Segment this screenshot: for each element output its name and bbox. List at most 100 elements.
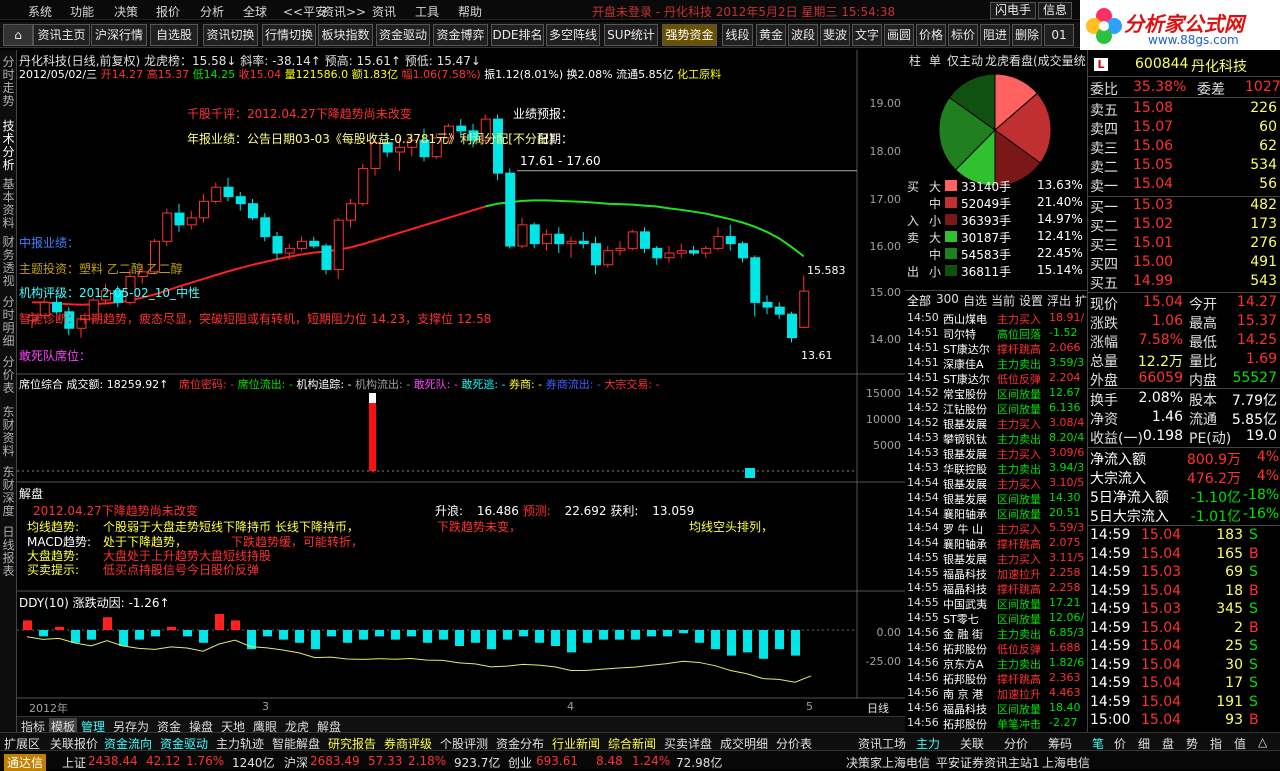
left-tab-5[interactable]: 分价表 bbox=[1, 356, 16, 395]
left-tab-8[interactable]: 日线报表 bbox=[1, 526, 16, 578]
menu-item-decision[interactable]: 决策 bbox=[114, 3, 138, 20]
alert-stock[interactable]: 襄阳轴承 bbox=[943, 536, 987, 552]
bid-price[interactable]: 15.00 bbox=[1133, 254, 1173, 270]
toolbar-btn-11[interactable]: 强势资金 bbox=[662, 24, 717, 46]
ask-price[interactable]: 15.06 bbox=[1133, 138, 1173, 154]
rp-tab-1[interactable]: 单 bbox=[929, 52, 941, 69]
alert-stock[interactable]: 福晶科技 bbox=[943, 581, 987, 597]
menu-item-function[interactable]: 功能 bbox=[70, 3, 94, 20]
list-tab-0[interactable]: 全部 bbox=[907, 292, 931, 309]
rp-tab-2[interactable]: 仅主动 bbox=[947, 52, 983, 69]
ask-price[interactable]: 15.04 bbox=[1133, 176, 1173, 192]
alert-stock[interactable]: 福晶科技 bbox=[943, 566, 987, 582]
toolbar-btn-22[interactable]: 01 bbox=[1044, 24, 1074, 46]
alert-stock[interactable]: 金 融 街 bbox=[943, 626, 983, 642]
list-tab-2[interactable]: 自选 bbox=[963, 292, 987, 309]
menu-item-tools[interactable]: 工具 bbox=[415, 3, 439, 20]
toolbar-btn-16[interactable]: 文字 bbox=[852, 24, 882, 46]
alert-stock[interactable]: 福晶科技 bbox=[943, 701, 987, 717]
menu-item-zixun-nav[interactable]: 资讯>> bbox=[322, 3, 366, 20]
alert-stock[interactable]: 攀钢钒钛 bbox=[943, 431, 987, 447]
alert-stock[interactable]: 京东方A bbox=[943, 656, 984, 672]
menu-item-analysis[interactable]: 分析 bbox=[200, 3, 224, 20]
alert-stock[interactable]: 拓邦股份 bbox=[943, 641, 987, 657]
alert-stock[interactable]: 南 京 港 bbox=[943, 686, 983, 702]
toolbar-btn-2[interactable]: 自选股 bbox=[150, 24, 198, 46]
rp-tab-3[interactable]: 龙虎看盘(成交量统 bbox=[985, 52, 1085, 69]
menu-item-help[interactable]: 帮助 bbox=[458, 3, 482, 20]
alert-stock[interactable]: 江钻股份 bbox=[943, 401, 987, 417]
alert-stock[interactable]: 银基发展 bbox=[943, 491, 987, 507]
alert-stock[interactable]: 西山煤电 bbox=[943, 311, 987, 327]
alert-stock[interactable]: 深康佳A bbox=[943, 356, 984, 372]
bid-price[interactable]: 14.99 bbox=[1133, 273, 1173, 289]
toolbar-btn-12[interactable]: 线段 bbox=[722, 24, 753, 46]
toolbar-btn-0[interactable]: 资讯主页 bbox=[33, 24, 90, 46]
alert-stock[interactable]: 襄阳轴承 bbox=[943, 506, 987, 522]
toolbar-btn-9[interactable]: 多空阵线 bbox=[546, 24, 600, 46]
alert-stock[interactable]: ST康达尔 bbox=[943, 341, 990, 357]
cy-label[interactable]: 创业 bbox=[508, 754, 532, 771]
toolbar-home-icon[interactable]: ⌂ bbox=[3, 24, 33, 46]
toolbar-btn-15[interactable]: 斐波 bbox=[820, 24, 850, 46]
server-link[interactable]: 平安证券资讯主站1 bbox=[936, 754, 1040, 771]
alert-stock[interactable]: 拓邦股份 bbox=[943, 671, 987, 687]
alert-stock[interactable]: 银基发展 bbox=[943, 476, 987, 492]
chart-area[interactable]: 丹化科技(日线,前复权) 龙虎榜：15.58↓ 斜率: -38.14↑ 预高: … bbox=[17, 50, 905, 716]
left-tab-6[interactable]: 东财资料 bbox=[1, 406, 16, 458]
alert-stock[interactable]: 罗 牛 山 bbox=[943, 521, 983, 537]
list-tab-4[interactable]: 设置 bbox=[1019, 292, 1043, 309]
info-button[interactable]: 信息 bbox=[1038, 2, 1072, 19]
left-tab-4[interactable]: 分时明细 bbox=[1, 296, 16, 348]
toolbar-btn-1[interactable]: 沪深行情 bbox=[91, 24, 147, 46]
toolbar-btn-19[interactable]: 标价 bbox=[948, 24, 978, 46]
toolbar-btn-21[interactable]: 删除 bbox=[1012, 24, 1042, 46]
toolbar-btn-8[interactable]: DDE排名 bbox=[491, 24, 544, 46]
flash-order-button[interactable]: 闪电手 bbox=[990, 2, 1036, 19]
sh-label[interactable]: 上证 bbox=[62, 754, 86, 771]
menu-item-quote[interactable]: 报价 bbox=[156, 3, 180, 20]
alert-stock[interactable]: 中国武夷 bbox=[943, 596, 987, 612]
bid-price[interactable]: 15.02 bbox=[1133, 216, 1173, 232]
toolbar-btn-18[interactable]: 价格 bbox=[916, 24, 946, 46]
list-tab-5[interactable]: 浮出 bbox=[1047, 292, 1071, 309]
alert-stock[interactable]: ST康达尔 bbox=[943, 371, 990, 387]
left-tab-3[interactable]: 财务透视 bbox=[1, 236, 16, 288]
toolbar-btn-7[interactable]: 资金博弈 bbox=[433, 24, 488, 46]
left-tab-1[interactable]: 技术分析 bbox=[1, 120, 16, 172]
toolbar-btn-13[interactable]: 黄金 bbox=[756, 24, 786, 46]
alert-stock[interactable]: 司尔特 bbox=[943, 326, 976, 342]
left-tab-0[interactable]: 分时走势 bbox=[1, 56, 16, 108]
toolbar-btn-5[interactable]: 板块指数 bbox=[318, 24, 373, 46]
toolbar-btn-3[interactable]: 资讯切换 bbox=[203, 24, 258, 46]
alert-stock[interactable]: 华联控股 bbox=[943, 461, 987, 477]
period-label[interactable]: 日线 bbox=[867, 700, 889, 716]
rp-tab-0[interactable]: 柱 bbox=[909, 52, 921, 69]
toolbar-btn-6[interactable]: 资金驱动 bbox=[376, 24, 430, 46]
toolbar-btn-10[interactable]: SUP统计 bbox=[604, 24, 658, 46]
alert-stock[interactable]: 银基发展 bbox=[943, 446, 987, 462]
alert-stock[interactable]: 拓邦股份 bbox=[943, 716, 987, 732]
left-tab-2[interactable]: 基本资料 bbox=[1, 178, 16, 230]
toolbar-btn-20[interactable]: 阻进 bbox=[980, 24, 1010, 46]
toolbar-btn-4[interactable]: 行情切换 bbox=[262, 24, 316, 46]
menu-item-pingan[interactable]: <<平安 bbox=[283, 3, 327, 20]
menu-item-system[interactable]: 系统 bbox=[28, 3, 52, 20]
alert-stock[interactable]: 常宝股份 bbox=[943, 386, 987, 402]
left-tab-7[interactable]: 东财深度 bbox=[1, 466, 16, 518]
toolbar-btn-14[interactable]: 波段 bbox=[788, 24, 818, 46]
list-tab-6[interactable]: 扩 bbox=[1075, 292, 1087, 309]
menu-item-global[interactable]: 全球 bbox=[243, 3, 267, 20]
bid-price[interactable]: 15.01 bbox=[1133, 235, 1173, 251]
toolbar-btn-17[interactable]: 画圆 bbox=[884, 24, 914, 46]
alert-stock[interactable]: 银基发展 bbox=[943, 551, 987, 567]
func-far-7[interactable]: △ bbox=[1258, 735, 1267, 749]
alert-stock[interactable]: 银基发展 bbox=[943, 416, 987, 432]
hs-label[interactable]: 沪深 bbox=[284, 754, 308, 771]
alert-stock[interactable]: ST零七 bbox=[943, 611, 979, 627]
list-tab-3[interactable]: 当前 bbox=[991, 292, 1015, 309]
ask-price[interactable]: 15.07 bbox=[1133, 119, 1173, 135]
ask-price[interactable]: 15.05 bbox=[1133, 157, 1173, 173]
ask-price[interactable]: 15.08 bbox=[1133, 100, 1173, 116]
bid-price[interactable]: 15.03 bbox=[1133, 197, 1173, 213]
